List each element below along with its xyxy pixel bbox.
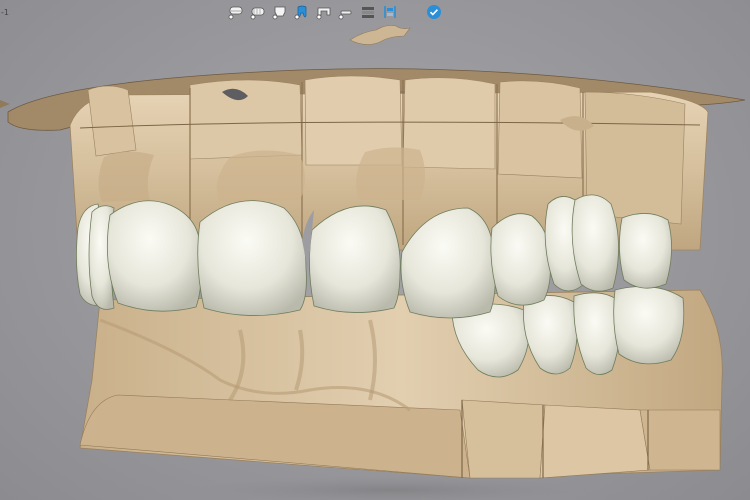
upper-crown-lateral-left [197,200,307,316]
upper-crown-premolar-right [571,194,619,292]
upper-crown-lateral-right [490,213,551,306]
upper-crown-central-left [309,205,401,313]
upper-crown-canine-left [106,200,202,312]
lower-crown-4 [613,286,685,365]
dental-3d-viewport[interactable] [0,0,750,500]
plane-edge-fragment [0,100,10,108]
upper-crown-molar-right [619,213,672,289]
model-shadow [190,476,590,500]
scan-fragment [349,25,411,45]
